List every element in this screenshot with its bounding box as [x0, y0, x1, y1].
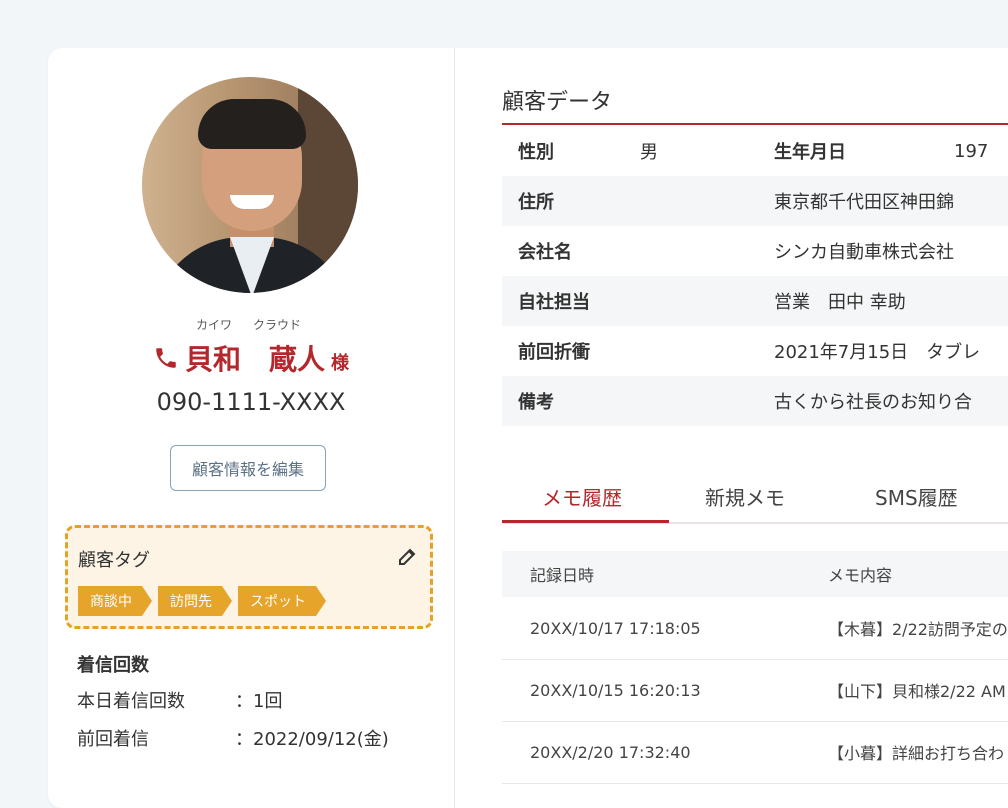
table-row[interactable]: 20XX/10/17 17:18:05 【木暮】2/22訪問予定の [502, 597, 1008, 660]
tags-title: 顧客タグ [78, 550, 150, 571]
memo-content: 【山下】貝和様2/22 AM [828, 682, 1006, 701]
data-value: 古くから社長のお知り合 [774, 392, 972, 413]
data-key-2: 生年月日 [774, 142, 846, 163]
column-header: メモ内容 [828, 566, 893, 585]
call-count-today-row: 本日着信回数 ：1回 [77, 687, 282, 713]
customer-profile-panel: カイワ クラウド 貝和 蔵人様 090-1111-XXXX 顧客情報を編集 顧客タ… [48, 48, 455, 808]
memo-datetime: 20XX/10/15 16:20:13 [530, 680, 701, 700]
table-row[interactable]: 20XX/10/15 16:20:13 【山下】貝和様2/22 AM [502, 659, 1008, 722]
data-key: 前回折衝 [518, 342, 590, 363]
data-key: 性別 [518, 142, 554, 163]
memo-table-header: 記録日時 メモ内容 [502, 551, 1008, 597]
phone-icon[interactable] [153, 345, 179, 378]
info-value: ：1回 [235, 691, 283, 712]
data-key: 住所 [518, 192, 554, 213]
data-key: 自社担当 [518, 292, 590, 313]
name-ruby-given: クラウド [253, 318, 302, 332]
edit-tags-icon[interactable] [396, 544, 420, 572]
edit-customer-button[interactable]: 顧客情報を編集 [170, 445, 326, 491]
memo-content: 【小暮】詳細お打ち合わ [828, 744, 1005, 763]
memo-datetime: 20XX/10/17 17:18:05 [530, 618, 701, 638]
data-row-last-negotiation: 前回折衝 2021年7月15日 タブレ [502, 326, 1008, 376]
info-label: 本日着信回数 [77, 691, 185, 712]
customer-data-panel: 顧客データ 性別 男 生年月日 197 住所 東京都千代田区神田錦 会社名 シン… [454, 48, 1008, 808]
info-value: ：2022/09/12(金) [235, 729, 389, 750]
tab-new-memo[interactable]: 新規メモ [705, 482, 785, 511]
memo-content: 【木暮】2/22訪問予定の [828, 620, 1008, 639]
tab-memo-history[interactable]: メモ履歴 [542, 482, 622, 511]
tab-bar: メモ履歴 新規メモ SMS履歴 [502, 472, 1008, 524]
data-value: シンカ自動車株式会社 [774, 242, 954, 263]
data-key: 備考 [518, 392, 554, 413]
info-label: 前回着信 [77, 729, 149, 750]
customer-data-table: 性別 男 生年月日 197 住所 東京都千代田区神田錦 会社名 シンカ自動車株式… [502, 126, 1008, 426]
active-tab-indicator [502, 520, 669, 523]
data-key: 会社名 [518, 242, 572, 263]
avatar-hair [198, 99, 306, 149]
customer-name: 貝和 蔵人様 [48, 338, 454, 378]
data-row-gender: 性別 男 生年月日 197 [502, 126, 1008, 176]
tag-list: 商談中 訪問先 スポット [78, 586, 326, 616]
tab-sms-history[interactable]: SMS履歴 [875, 482, 958, 511]
memo-datetime: 20XX/2/20 17:32:40 [530, 742, 691, 762]
avatar [142, 77, 358, 293]
data-value-2: 197 [954, 140, 989, 162]
tag-item[interactable]: 訪問先 [158, 586, 232, 616]
given-name: 蔵人 [269, 343, 326, 376]
data-row-company: 会社名 シンカ自動車株式会社 [502, 226, 1008, 276]
calls-title: 着信回数 [77, 655, 149, 676]
last-call-row: 前回着信 ：2022/09/12(金) [77, 725, 389, 751]
data-value: 営業 田中 幸助 [774, 292, 906, 313]
customer-tags-panel: 顧客タグ 商談中 訪問先 スポット [65, 525, 433, 629]
data-row-notes: 備考 古くから社長のお知り合 [502, 376, 1008, 426]
tag-item[interactable]: スポット [238, 586, 326, 616]
customer-card: カイワ クラウド 貝和 蔵人様 090-1111-XXXX 顧客情報を編集 顧客タ… [48, 48, 1008, 808]
honorific: 様 [331, 353, 350, 374]
data-value: 男 [640, 142, 658, 163]
name-ruby-family: カイワ [196, 318, 233, 332]
family-name: 貝和 [184, 343, 241, 376]
tag-item[interactable]: 商談中 [78, 586, 152, 616]
column-header: 記録日時 [530, 566, 595, 585]
phone-number: 090-1111-XXXX [156, 388, 346, 416]
data-row-staff: 自社担当 営業 田中 幸助 [502, 276, 1008, 326]
data-row-address: 住所 東京都千代田区神田錦 [502, 176, 1008, 226]
section-divider [502, 123, 1008, 125]
section-title: 顧客データ [502, 90, 613, 115]
table-row[interactable]: 20XX/2/20 17:32:40 【小暮】詳細お打ち合わ [502, 721, 1008, 784]
data-value: 2021年7月15日 タブレ [774, 342, 981, 363]
data-value: 東京都千代田区神田錦 [774, 192, 954, 213]
